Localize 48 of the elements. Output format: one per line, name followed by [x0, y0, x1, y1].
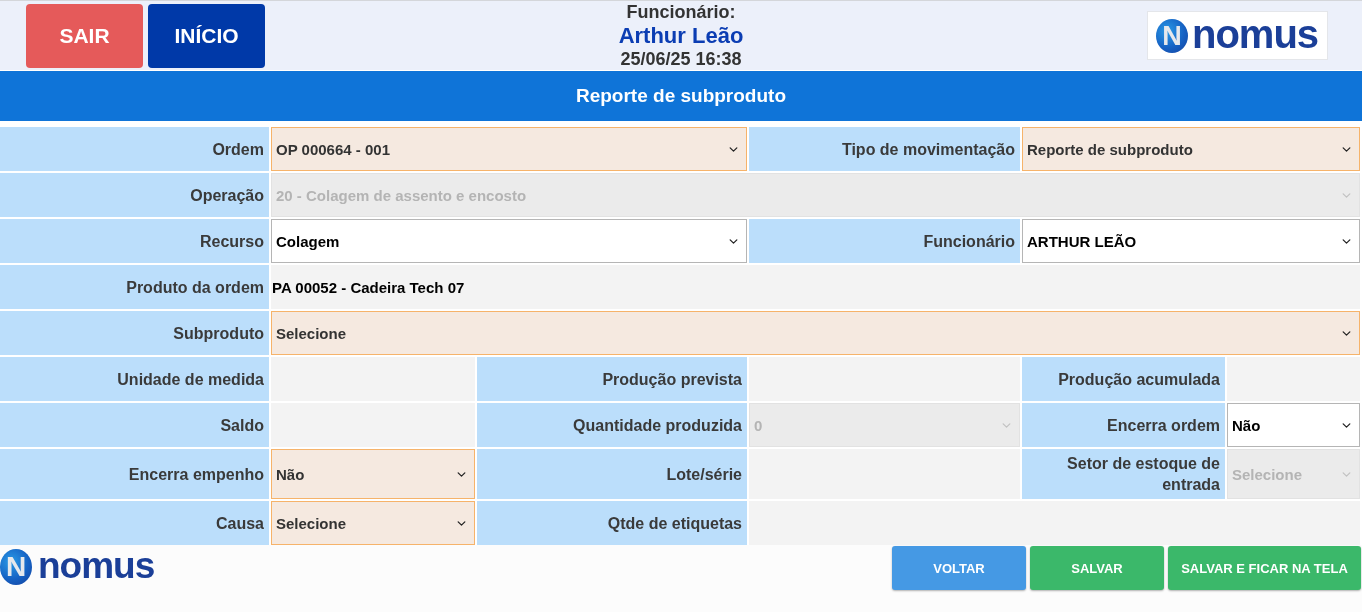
field-label: Operação: [0, 173, 269, 217]
select-field[interactable]: ARTHUR LEÃO: [1022, 219, 1360, 263]
date-time: 25/06/25 16:38: [620, 48, 742, 70]
employee-caption: Funcionário:: [626, 1, 736, 23]
chevron-down-icon: [1342, 192, 1351, 198]
select-field[interactable]: Não: [1227, 403, 1360, 447]
chevron-down-icon: [457, 471, 466, 477]
home-button[interactable]: INÍCIO: [148, 3, 265, 68]
logo-mark: N: [0, 549, 32, 585]
field-label: Lote/série: [477, 449, 747, 499]
field-label: Unidade de medida: [0, 357, 269, 401]
readonly-field: PA 00052 - Cadeira Tech 07: [271, 265, 1360, 309]
chevron-down-icon: [1002, 422, 1011, 428]
field-label: Funcionário: [749, 219, 1020, 263]
field-label: Produção prevista: [477, 357, 747, 401]
logo-text: nomus: [38, 551, 155, 583]
field-label: Encerra empenho: [0, 449, 269, 499]
page-title: Reporte de subproduto: [575, 85, 787, 107]
chevron-down-icon: [729, 238, 738, 244]
logo-mark: N: [1156, 18, 1188, 53]
field-label: Recurso: [0, 219, 269, 263]
select-field[interactable]: Colagem: [271, 219, 747, 263]
field-label: Produção acumulada: [1022, 357, 1225, 401]
field-label: Qtde de etiquetas: [477, 501, 747, 545]
field-label: Subproduto: [0, 311, 269, 355]
select-field[interactable]: Selecione: [271, 501, 475, 545]
chevron-down-icon: [1342, 238, 1351, 244]
field-label: Causa: [0, 501, 269, 545]
chevron-down-icon: [1342, 146, 1351, 152]
employee-name: Arthur Leão: [618, 23, 744, 48]
chevron-down-icon: [1342, 422, 1351, 428]
field-label: Quantidade produzida: [477, 403, 747, 447]
field-label: Tipo de movimentação: [749, 127, 1020, 171]
select-field[interactable]: Reporte de subproduto: [1022, 127, 1360, 171]
chevron-down-icon: [1342, 471, 1351, 477]
chevron-down-icon: [729, 146, 738, 152]
select-field[interactable]: OP 000664 - 001: [271, 127, 747, 171]
field-label: Produto da ordem: [0, 265, 269, 309]
select-field[interactable]: Selecione: [271, 311, 1360, 355]
field-label: Saldo: [0, 403, 269, 447]
exit-button[interactable]: SAIR: [26, 3, 143, 68]
field-label: Setor de estoque de entrada: [1022, 449, 1225, 499]
chevron-down-icon: [457, 520, 466, 526]
chevron-down-icon: [1342, 330, 1351, 336]
logo-text: nomus: [1192, 18, 1319, 53]
select-field[interactable]: Não: [271, 449, 475, 499]
field-label: Ordem: [0, 127, 269, 171]
field-label: Encerra ordem: [1022, 403, 1225, 447]
